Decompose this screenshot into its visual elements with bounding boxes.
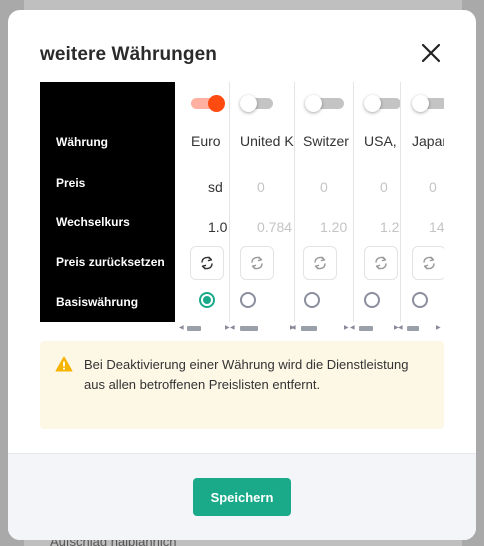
- reset-price-button[interactable]: [240, 246, 274, 280]
- price-input[interactable]: sd: [208, 179, 229, 195]
- row-label-exchange-rate: Wechselkurs: [56, 215, 130, 229]
- modal-title: weitere Währungen: [40, 44, 217, 65]
- scroll-right-arrow-icon[interactable]: ▶: [436, 324, 441, 331]
- currency-column-usa: USA, 0 1.2: [358, 82, 401, 322]
- exchange-rate-input[interactable]: 1.0: [208, 219, 228, 235]
- price-input[interactable]: 0: [429, 179, 444, 195]
- base-currency-radio[interactable]: [364, 292, 380, 308]
- exchange-rate-input[interactable]: 1.2: [380, 219, 400, 235]
- currency-name: Japan: [412, 133, 444, 149]
- scrollbar-thumb[interactable]: [240, 326, 258, 331]
- toggle-knob: [412, 95, 429, 112]
- base-currency-radio[interactable]: [304, 292, 320, 308]
- base-currency-radio[interactable]: [199, 292, 215, 308]
- currency-toggle[interactable]: [191, 95, 229, 112]
- scroll-right-arrow-icon[interactable]: ▶: [344, 324, 349, 331]
- currency-column-euro: Euro sd 1.0: [188, 82, 230, 322]
- currency-name: USA,: [364, 133, 397, 149]
- currency-column-switzerland: Switzer 0 1.20: [299, 82, 354, 322]
- alert-text: Bei Deaktivierung einer Währung wird die…: [84, 357, 409, 392]
- currency-column-united-kingdom: United K 0 0.784: [234, 82, 295, 322]
- reset-price-button[interactable]: [412, 246, 444, 280]
- scrollbar-thumb[interactable]: [187, 326, 201, 331]
- currency-name: United K: [240, 133, 294, 149]
- reset-price-button[interactable]: [303, 246, 337, 280]
- toggle-knob: [305, 95, 322, 112]
- scrollbar-thumb[interactable]: [301, 326, 317, 331]
- scroll-left-arrow-icon[interactable]: ◀: [291, 324, 296, 331]
- refresh-icon: [251, 256, 263, 270]
- close-icon: [421, 43, 441, 63]
- warning-triangle-icon: [55, 356, 73, 372]
- exchange-rate-input[interactable]: 1.20: [320, 219, 353, 235]
- column-scrollbar[interactable]: ◀ ▶: [230, 324, 297, 332]
- toggle-knob: [364, 95, 381, 112]
- scroll-right-arrow-icon[interactable]: ▶: [225, 324, 230, 331]
- refresh-icon: [375, 256, 387, 270]
- reset-price-button[interactable]: [364, 246, 398, 280]
- row-label-price: Preis: [56, 176, 86, 190]
- column-scrollbar[interactable]: ◀ ▶: [350, 324, 400, 332]
- row-label-reset-price: Preis zurücksetzen: [56, 255, 165, 269]
- refresh-icon: [201, 256, 213, 270]
- column-scrollbar[interactable]: ◀ ▶: [179, 324, 231, 332]
- scrollbar-thumb[interactable]: [359, 326, 373, 331]
- scroll-left-arrow-icon[interactable]: ◀: [398, 324, 403, 331]
- scroll-left-arrow-icon[interactable]: ◀: [350, 324, 355, 331]
- refresh-icon: [314, 256, 326, 270]
- modal-footer: Speichern: [8, 453, 476, 540]
- price-input[interactable]: 0: [257, 179, 287, 195]
- scrollbar-thumb[interactable]: [407, 326, 419, 331]
- price-input[interactable]: 0: [380, 179, 400, 195]
- base-currency-radio[interactable]: [412, 292, 428, 308]
- scroll-left-arrow-icon[interactable]: ◀: [230, 324, 235, 331]
- currency-toggle[interactable]: [240, 95, 284, 112]
- save-button[interactable]: Speichern: [193, 478, 291, 516]
- currency-name: Switzer: [303, 133, 349, 149]
- column-scrollbar[interactable]: ◀ ▶: [398, 324, 442, 332]
- price-input[interactable]: 0: [320, 179, 350, 195]
- column-scrollbar[interactable]: ◀ ▶: [291, 324, 351, 332]
- base-currency-radio[interactable]: [240, 292, 256, 308]
- currency-column-japan: Japan 0 14: [405, 82, 444, 322]
- warning-alert: Bei Deaktivierung einer Währung wird die…: [40, 341, 444, 429]
- currency-toggle[interactable]: [364, 95, 400, 112]
- currency-modal: weitere Währungen Währung Preis Wechselk…: [8, 10, 476, 540]
- currency-toggle[interactable]: [303, 95, 347, 112]
- exchange-rate-input[interactable]: 0.784: [257, 219, 294, 235]
- toggle-knob: [240, 95, 257, 112]
- currency-name: Euro: [191, 133, 221, 149]
- exchange-rate-input[interactable]: 14: [429, 219, 444, 235]
- row-label-column: Währung Preis Wechselkurs Preis zurückse…: [40, 82, 175, 322]
- refresh-icon: [423, 256, 435, 270]
- close-button[interactable]: [418, 40, 444, 66]
- row-label-base-currency: Basiswährung: [56, 295, 139, 309]
- currency-toggle[interactable]: [412, 95, 444, 112]
- reset-price-button[interactable]: [190, 246, 224, 280]
- row-label-currency: Währung: [56, 135, 108, 149]
- toggle-knob: [208, 95, 225, 112]
- scroll-left-arrow-icon[interactable]: ◀: [179, 324, 184, 331]
